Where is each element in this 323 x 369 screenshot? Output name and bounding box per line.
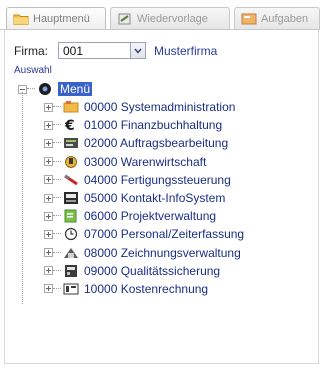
firma-select[interactable]: 001 (58, 42, 146, 59)
tab-label: Wiedervorlage (137, 12, 208, 25)
tree-item-label: 06000 Projektverwaltung (84, 209, 217, 224)
menu-root-icon (37, 82, 53, 96)
tree-item-label: 08000 Zeichnungsverwaltung (84, 245, 241, 260)
tree-children: 00000 Systemadministration € 01000 Finan… (22, 92, 318, 304)
euro-icon: € (63, 118, 79, 132)
firma-row: Firma: 001 Musterfirma (14, 42, 217, 59)
tasks-icon (241, 13, 257, 24)
expand-icon[interactable] (44, 175, 53, 185)
tree-connector (53, 215, 61, 217)
auswahl-link[interactable]: Auswahl (14, 65, 52, 76)
tree-guide-line (22, 92, 24, 304)
tree-item-auftragsbearbeitung[interactable]: 02000 Auftragsbearbeitung (44, 134, 318, 152)
order-icon (63, 136, 79, 150)
tree-item-label: 00000 Systemadministration (84, 100, 236, 115)
tab-bar: Hauptmenü Wiedervorlage Aufgaben (0, 0, 323, 34)
project-icon (63, 209, 79, 223)
expand-icon[interactable] (44, 284, 53, 294)
folder-icon (13, 14, 29, 25)
tree-root[interactable]: Menü (18, 80, 318, 98)
expand-icon[interactable] (44, 157, 53, 167)
menu-tree: Menü 00000 Systemadministration € 01000 … (18, 80, 318, 304)
svg-text:€: € (64, 118, 75, 132)
firma-label: Firma: (14, 43, 48, 58)
tree-item-label: 01000 Finanzbuchhaltung (84, 118, 223, 133)
tab-wiedervorlage[interactable]: Wiedervorlage (110, 7, 230, 29)
tree-item-qualitaetssicherung[interactable]: 09000 Qualitätssicherung (44, 262, 318, 280)
tab-aufgaben[interactable]: Aufgaben (234, 7, 320, 29)
tree-item-label: 10000 Kostenrechnung (84, 281, 209, 296)
tree-item-zeichnungsverwaltung[interactable]: 08000 Zeichnungsverwaltung (44, 244, 318, 262)
expand-icon[interactable] (44, 193, 53, 203)
tree-item-warenwirtschaft[interactable]: 03000 Warenwirtschaft (44, 153, 318, 171)
resubmission-icon (118, 13, 131, 24)
tree-item-systemadministration[interactable]: 00000 Systemadministration (44, 98, 318, 116)
expand-icon[interactable] (44, 102, 53, 112)
goods-icon (63, 155, 79, 169)
chevron-down-icon[interactable] (130, 43, 145, 58)
tree-item-label: 03000 Warenwirtschaft (84, 154, 207, 169)
expand-icon[interactable] (44, 120, 53, 130)
tree-item-personal-zeiterfassung[interactable]: 07000 Personal/Zeiterfassung (44, 225, 318, 243)
clock-icon (63, 227, 79, 241)
tree-item-kostenrechnung[interactable]: 10000 Kostenrechnung (44, 280, 318, 298)
tree-item-label: 04000 Fertigungssteuerung (84, 172, 231, 187)
firma-name: Musterfirma (154, 43, 218, 58)
cost-icon (63, 282, 79, 296)
tree-connector (53, 251, 61, 254)
production-icon (63, 173, 79, 187)
tree-connector (53, 106, 61, 108)
tree-connector (53, 233, 61, 235)
tree-item-projektverwaltung[interactable]: 06000 Projektverwaltung (44, 207, 318, 225)
expand-icon[interactable] (44, 211, 53, 221)
tree-item-finanzbuchhaltung[interactable]: € 01000 Finanzbuchhaltung (44, 116, 318, 134)
tree-item-label: 09000 Qualitätssicherung (84, 263, 221, 278)
contact-icon (63, 191, 79, 205)
expand-icon[interactable] (44, 266, 53, 276)
tree-item-kontakt-infosystem[interactable]: 05000 Kontakt-InfoSystem (44, 189, 318, 207)
tree-connector (27, 88, 35, 90)
tree-connector (53, 197, 61, 199)
tab-hauptmenu[interactable]: Hauptmenü (6, 7, 106, 29)
tab-label: Aufgaben (261, 12, 309, 25)
tree-root-label: Menü (58, 82, 93, 96)
tree-connector (53, 269, 61, 272)
system-admin-icon (63, 100, 79, 114)
tree-item-label: 05000 Kontakt-InfoSystem (84, 191, 226, 206)
drawing-icon (63, 246, 79, 260)
tab-label: Hauptmenü (33, 12, 90, 25)
tree-item-label: 07000 Personal/Zeiterfassung (84, 227, 245, 242)
expand-icon[interactable] (44, 248, 53, 258)
tree-connector (53, 178, 61, 181)
expand-icon[interactable] (44, 138, 53, 148)
firma-value: 001 (63, 43, 84, 58)
tree-item-label: 02000 Auftragsbearbeitung (84, 136, 229, 151)
quality-icon (63, 264, 79, 278)
tree-connector (53, 160, 61, 163)
tree-item-fertigungssteuerung[interactable]: 04000 Fertigungssteuerung (44, 171, 318, 189)
expand-icon[interactable] (44, 229, 53, 239)
tree-connector (53, 287, 61, 290)
tree-connector (53, 124, 61, 126)
tree-connector (53, 142, 61, 144)
